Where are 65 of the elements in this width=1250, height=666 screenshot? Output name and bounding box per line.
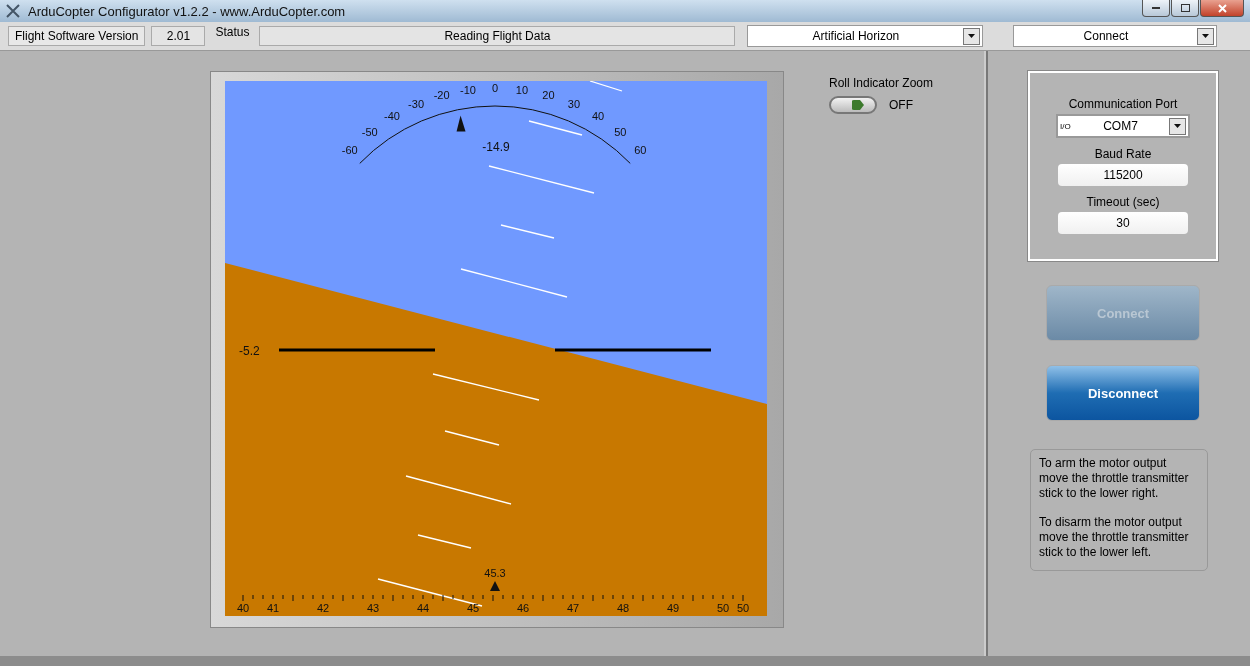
heading-reading: 45.3	[484, 567, 506, 579]
roll-scale-label: -60	[341, 143, 358, 156]
heading-scale-label: 44	[416, 602, 430, 614]
pitch-reading: -5.2	[239, 344, 260, 358]
baud-field[interactable]: 115200	[1058, 164, 1188, 186]
heading-scale-label: 46	[516, 602, 530, 614]
window-title: ArduCopter Configurator v1.2.2 - www.ArduCopter.com	[28, 3, 347, 19]
heading-scale-label: 45	[466, 602, 480, 614]
close-button[interactable]	[1200, 0, 1244, 17]
timeout-field[interactable]: 30	[1058, 212, 1188, 234]
heading-pointer-icon	[490, 581, 500, 591]
roll-scale-label: 10	[515, 83, 529, 96]
roll-scale-label: -50	[361, 125, 378, 138]
view-dropdown[interactable]: Artificial Horizon	[747, 25, 984, 47]
info-text: To arm the motor output move the throttle transmitter stick to the lower right.	[1039, 456, 1190, 501]
caret-icon	[968, 34, 976, 38]
heading-scale-label: 41	[266, 602, 280, 614]
heading-scale-label: 42	[316, 602, 330, 614]
minimize-icon	[1152, 6, 1160, 10]
disconnect-button[interactable]: Disconnect	[1046, 365, 1200, 421]
version-value: 2.01	[151, 26, 206, 46]
caret-icon	[1202, 34, 1210, 38]
roll-reading: -14.9	[482, 140, 510, 154]
toggle-label: Roll Indicator Zoom	[829, 76, 934, 90]
heading-scale-label: 49	[666, 602, 680, 614]
roll-scale-label: 20	[542, 89, 555, 102]
pitch-line	[528, 120, 583, 136]
maximize-button[interactable]	[1171, 0, 1199, 17]
caret-icon	[1174, 124, 1181, 128]
heading-scale-label: 47	[566, 602, 580, 614]
minimize-button[interactable]	[1142, 0, 1170, 17]
version-label: Flight Software Version	[8, 26, 146, 46]
roll-scale-label: 0	[491, 82, 499, 94]
toggle-switch[interactable]	[829, 96, 877, 114]
pitch-line	[444, 430, 500, 446]
roll-scale-label: -10	[460, 83, 476, 96]
baud-label: Baud Rate	[1094, 147, 1152, 161]
heading-scale-label: 48	[616, 602, 630, 614]
mode-dropdown[interactable]: Connect	[1013, 25, 1218, 47]
timeout-label: Timeout (sec)	[1086, 195, 1160, 209]
pitch-line	[417, 534, 472, 549]
status-label: Status	[214, 25, 251, 39]
info-text: To disarm the motor output move the throttle transmitter stick to the lower left.	[1039, 515, 1190, 560]
roll-scale-label: 60	[634, 143, 647, 156]
roll-pointer-icon	[456, 115, 466, 132]
port-dropdown[interactable]: I/O COM7	[1056, 114, 1190, 138]
pitch-line	[589, 81, 623, 92]
heading-scale-label: 50	[716, 602, 730, 614]
heading-scale-label: 50	[736, 602, 750, 614]
roll-scale-label: 50	[614, 125, 627, 138]
roll-scale-label: 40	[591, 110, 605, 123]
app-icon	[6, 4, 20, 18]
roll-scale-label: -20	[433, 89, 450, 102]
roll-scale-label: -30	[408, 98, 425, 111]
close-icon	[1217, 3, 1227, 13]
heading-scale-label: 43	[366, 602, 380, 614]
port-label: Communication Port	[1068, 97, 1178, 111]
status-field: Reading Flight Data	[259, 26, 736, 46]
pitch-line	[500, 224, 555, 239]
heading-scale-label: 40	[236, 602, 250, 614]
roll-scale-label: 30	[567, 98, 581, 111]
switch-knob-icon	[852, 100, 864, 110]
maximize-icon	[1180, 4, 1190, 12]
toggle-state: OFF	[889, 98, 913, 112]
roll-scale-label: -40	[384, 110, 400, 123]
